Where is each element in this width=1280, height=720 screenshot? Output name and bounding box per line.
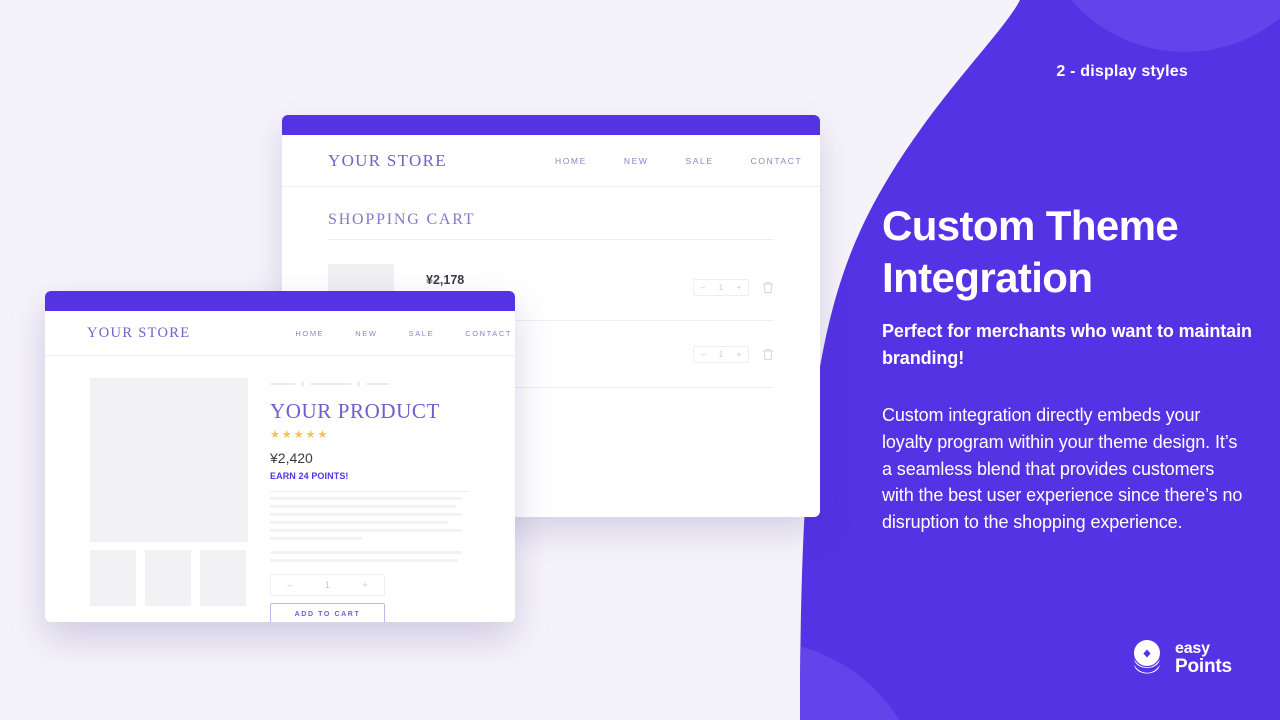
product-thumbnail[interactable] [90,550,136,606]
product-thumbnail-strip [90,550,248,606]
cart-store-header: YOUR STORE HOME NEW SALE CONTACT [282,135,820,187]
cart-page-title: SHOPPING CART [328,211,476,228]
breadcrumb-segment [310,383,352,385]
product-browser-window: YOUR STORE HOME NEW SALE CONTACT YOUR PR… [45,291,515,622]
trash-icon[interactable] [762,281,774,294]
product-nav-item-contact[interactable]: CONTACT [465,329,512,338]
logo-line-easy: easy [1175,639,1210,657]
cart-store-name: YOUR STORE [328,150,447,170]
decorative-circle-bottom [585,640,925,720]
cart-nav-item-contact[interactable]: CONTACT [751,156,803,166]
cart-nav-links: HOME NEW SALE CONTACT [555,156,802,166]
breadcrumb [270,378,470,390]
product-gallery [90,378,248,622]
product-thumbnail[interactable] [200,550,246,606]
product-nav-item-new[interactable]: NEW [355,329,377,338]
add-to-cart-button[interactable]: ADD TO CART [270,603,385,622]
body-paragraph: Custom integration directly embeds your … [882,405,1243,533]
product-points-badge: EARN 24 POINTS! [270,471,349,481]
product-divider [270,491,470,492]
breadcrumb-segment [270,383,296,385]
trash-icon[interactable] [762,348,774,361]
cart-qty-increase-button[interactable]: + [737,283,742,292]
product-nav-links: HOME NEW SALE CONTACT [295,329,512,338]
product-price: ¥2,420 [270,450,313,466]
cart-window-titlebar [282,115,820,135]
breadcrumb-segment [366,383,390,385]
cart-item-price: ¥2,178 [426,273,465,287]
cart-quantity-stepper[interactable]: – 1 + [693,278,749,296]
product-store-header: YOUR STORE HOME NEW SALE CONTACT [45,311,515,356]
product-nav-item-home[interactable]: HOME [295,329,324,338]
product-qty-increase-button[interactable]: + [362,580,367,590]
product-thumbnail[interactable] [145,550,191,606]
slide-eyebrow-label: 2 - display styles [1056,63,1188,80]
logo-wordmark: easy Points [1175,639,1232,677]
cart-qty-value: 1 [718,349,724,359]
cart-item-controls: – 1 + [693,278,774,296]
cart-item-controls: – 1 + [693,345,774,363]
breadcrumb-separator [358,381,360,387]
breadcrumb-separator [302,381,304,387]
cart-nav-item-new[interactable]: NEW [624,156,649,166]
cart-quantity-stepper[interactable]: – 1 + [693,345,749,363]
product-qty-value: 1 [324,580,330,590]
cart-qty-value: 1 [718,282,724,292]
cart-qty-decrease-button[interactable]: – [701,283,705,292]
product-info-column: YOUR PRODUCT ★★★★★ ¥2,420 EARN 24 POINTS… [270,378,470,622]
rating-stars: ★★★★★ [270,429,330,441]
cart-nav-item-home[interactable]: HOME [555,156,587,166]
product-quantity-stepper[interactable]: – 1 + [270,574,385,596]
product-nav-item-sale[interactable]: SALE [409,329,435,338]
coin-stack-icon [1134,640,1160,674]
cart-title-divider [328,239,774,240]
cart-qty-decrease-button[interactable]: – [701,350,705,359]
product-title: YOUR PRODUCT [270,399,440,423]
subheading: Perfect for merchants who want to mainta… [882,321,1252,368]
product-qty-decrease-button[interactable]: – [287,580,292,590]
product-description-skeleton [270,497,470,562]
product-window-titlebar [45,291,515,311]
page-title: Custom Theme Integration [882,202,1179,301]
marketing-copy-column: 2 - display styles Custom Theme Integrat… [882,0,1280,720]
cart-nav-item-sale[interactable]: SALE [686,156,714,166]
product-store-name: YOUR STORE [87,324,191,341]
product-detail-body: YOUR PRODUCT ★★★★★ ¥2,420 EARN 24 POINTS… [45,356,515,622]
easypoints-logo: easy Points [1128,638,1232,676]
logo-line-points: Points [1175,655,1232,677]
cart-qty-increase-button[interactable]: + [737,350,742,359]
product-main-image [90,378,248,542]
